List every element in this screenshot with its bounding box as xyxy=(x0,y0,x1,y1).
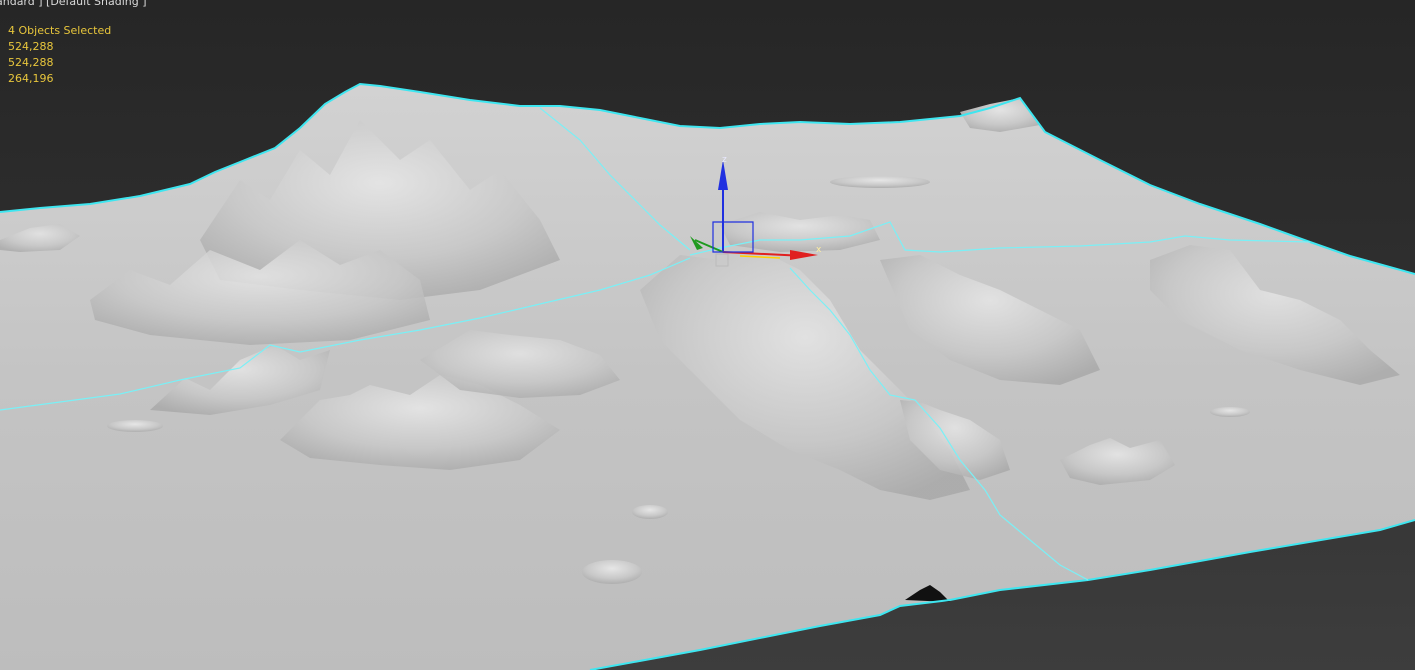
terrain-scene[interactable]: z x xyxy=(0,0,1415,670)
stat-objects-selected: 4 Objects Selected xyxy=(8,24,112,37)
stat-verts: 264,196 xyxy=(8,72,54,85)
3d-viewport[interactable]: z x andard ] [Default Shading ] 4 Object… xyxy=(0,0,1415,670)
gizmo-z-label: z xyxy=(722,155,727,165)
gizmo-x-label: x xyxy=(816,245,822,255)
viewport-label[interactable]: andard ] [Default Shading ] xyxy=(0,0,147,10)
stat-tris: 524,288 xyxy=(8,56,54,69)
stat-polys: 524,288 xyxy=(8,40,54,53)
viewport-statistics: 4 Objects Selected 524,288 524,288 264,1… xyxy=(8,23,111,87)
